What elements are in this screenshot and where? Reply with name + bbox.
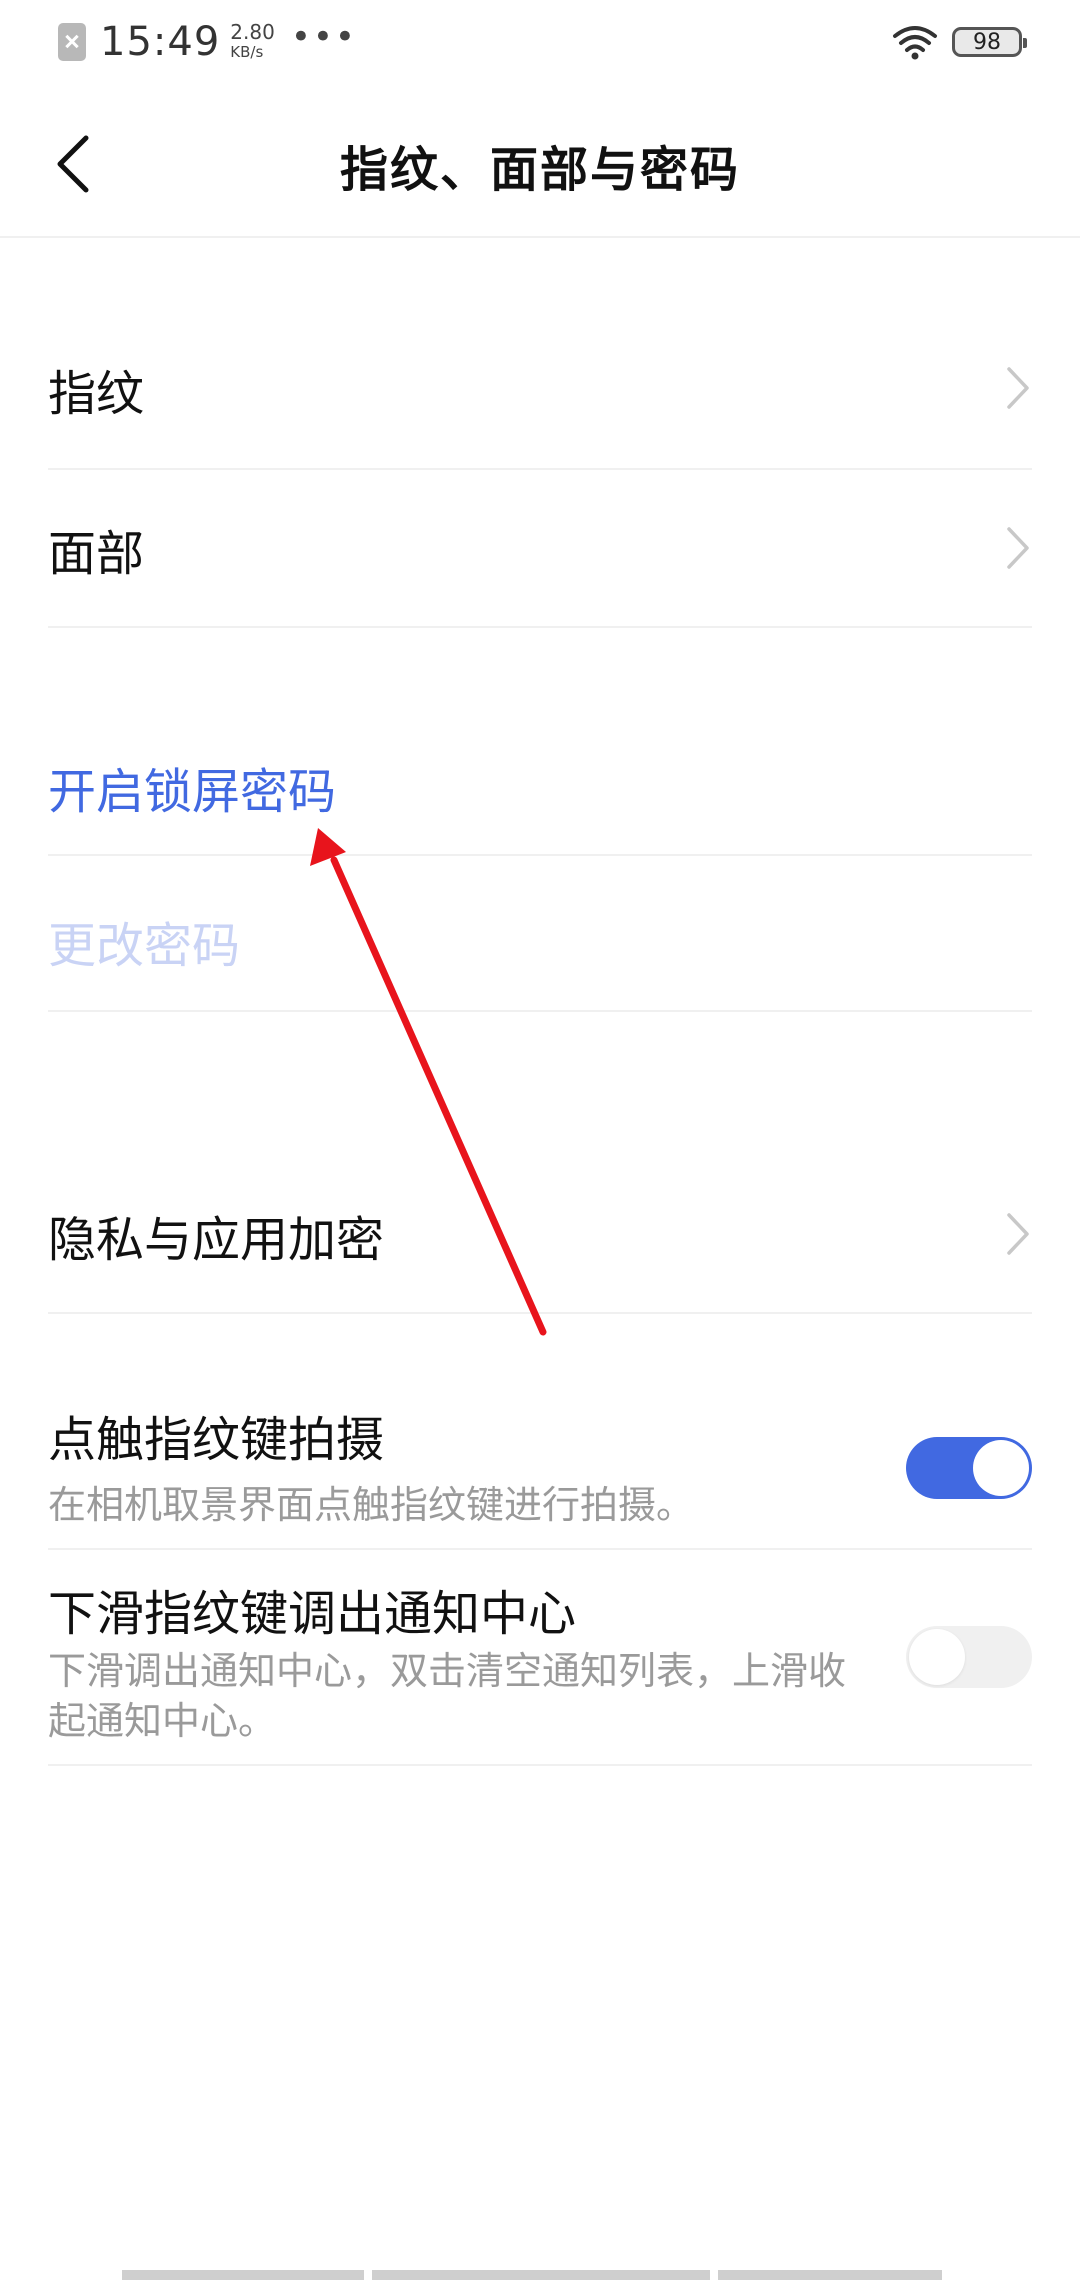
tap-capture-label: 点触指纹键拍摄 <box>48 1412 385 1468</box>
swipe-notification-label: 下滑指纹键调出通知中心 <box>48 1586 577 1642</box>
nav-segment <box>718 2270 942 2280</box>
chevron-right-icon <box>1007 367 1029 409</box>
change-password-label: 更改密码 <box>48 918 241 974</box>
enable-lock-password-label: 开启锁屏密码 <box>48 764 337 820</box>
privacy-app-encryption-item[interactable]: 隐私与应用加密 <box>48 1150 1032 1314</box>
page-title: 指纹、面部与密码 <box>339 142 740 198</box>
swipe-notification-setting: 下滑指纹键调出通知中心 下滑调出通知中心，双击清空通知列表，上滑收起通知中心。 <box>48 1574 1032 1766</box>
network-speed: 2.80 KB/s <box>230 22 275 62</box>
swipe-notification-toggle[interactable] <box>906 1626 1032 1688</box>
battery-level: 98 <box>973 29 1001 55</box>
network-speed-unit: KB/s <box>230 43 264 61</box>
toggle-knob <box>973 1440 1029 1496</box>
more-notifications-icon: ••• <box>290 17 357 57</box>
face-item[interactable]: 面部 <box>48 470 1032 628</box>
tap-capture-toggle[interactable] <box>906 1437 1032 1499</box>
change-password-item[interactable]: 更改密码 <box>48 856 1032 1012</box>
enable-lock-password-item[interactable]: 开启锁屏密码 <box>48 700 1032 856</box>
app-blocked-icon <box>58 23 86 61</box>
wifi-icon <box>893 26 937 60</box>
app-bar: 指纹、面部与密码 <box>0 84 1080 238</box>
status-bar: 15:49 2.80 KB/s ••• 98 <box>0 0 1080 84</box>
fingerprint-item[interactable]: 指纹 <box>48 310 1032 470</box>
status-right: 98 <box>892 22 1027 62</box>
toggle-knob <box>909 1629 965 1685</box>
chevron-right-icon <box>1007 527 1029 569</box>
swipe-notification-description: 下滑调出通知中心，双击清空通知列表，上滑收起通知中心。 <box>48 1649 847 1743</box>
privacy-app-encryption-label: 隐私与应用加密 <box>48 1212 385 1268</box>
nav-segment <box>122 2270 364 2280</box>
face-label: 面部 <box>48 526 145 582</box>
status-time: 15:49 <box>100 19 221 65</box>
status-left: 15:49 2.80 KB/s ••• <box>58 17 357 66</box>
network-speed-value: 2.80 <box>230 20 275 44</box>
battery-icon: 98 <box>952 27 1027 57</box>
tap-capture-description: 在相机取景界面点触指纹键进行拍摄。 <box>48 1483 695 1527</box>
gesture-nav-bar <box>122 2270 950 2280</box>
chevron-right-icon <box>1007 1213 1029 1255</box>
nav-segment <box>372 2270 710 2280</box>
tap-capture-setting: 点触指纹键拍摄 在相机取景界面点触指纹键进行拍摄。 <box>48 1400 1032 1550</box>
fingerprint-label: 指纹 <box>48 366 145 422</box>
